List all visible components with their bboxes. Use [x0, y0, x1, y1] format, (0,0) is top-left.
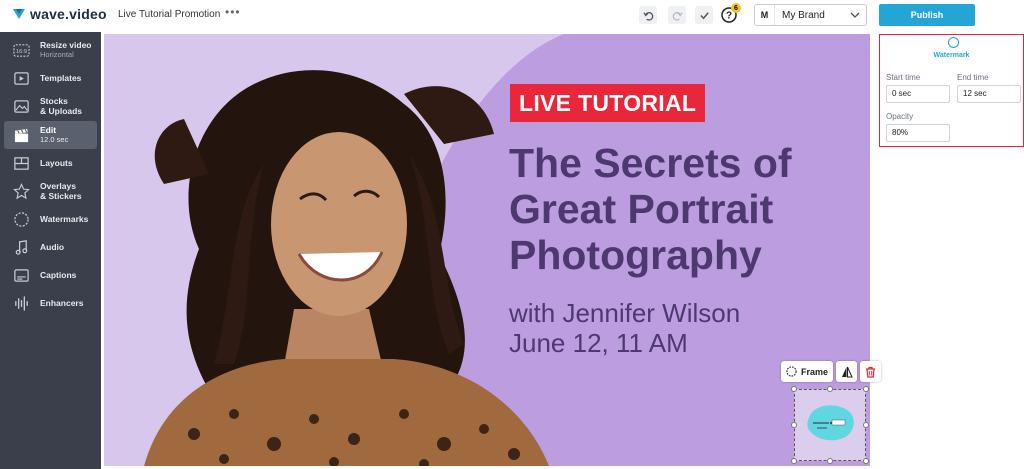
opacity-input[interactable]: 80%	[886, 124, 950, 142]
headline-line-1: The Secrets of	[509, 140, 792, 186]
resize-handle-right[interactable]	[863, 422, 869, 428]
resize-handle-top-right[interactable]	[863, 386, 869, 392]
captions-icon	[8, 265, 34, 285]
sidebar: 16:9 Resize video Horizontal Templates St…	[0, 32, 101, 469]
logo-text: wave.video	[30, 6, 107, 22]
sidebar-item-enhancers[interactable]: Enhancers	[4, 290, 97, 316]
panel-title: Watermark	[933, 52, 970, 59]
headline[interactable]: The Secrets of Great Portrait Photograph…	[509, 140, 859, 278]
sidebar-item-stocks-uploads[interactable]: Stocks & Uploads	[4, 93, 97, 119]
date-text[interactable]: June 12, 11 AM	[509, 328, 688, 358]
watermark-element[interactable]	[791, 386, 869, 464]
sidebar-item-label: Stocks	[40, 96, 68, 106]
flip-button[interactable]	[836, 361, 858, 382]
top-bar: wave.video Live Tutorial Promotion ••• ?…	[0, 0, 1024, 32]
sidebar-item-audio[interactable]: Audio	[4, 234, 97, 260]
sidebar-item-label: Audio	[40, 242, 65, 252]
chevron-down-icon	[850, 12, 860, 18]
sidebar-item-sublabel: & Uploads	[40, 106, 83, 116]
waveform-icon	[8, 293, 34, 313]
aspect-ratio-text: 16:9	[15, 48, 26, 54]
resize-handle-top-left[interactable]	[791, 386, 797, 392]
watermark-icon	[8, 209, 34, 229]
undo-button[interactable]	[639, 6, 657, 24]
sidebar-item-templates[interactable]: Templates	[4, 65, 97, 91]
resize-handle-bottom-left[interactable]	[791, 458, 797, 464]
sidebar-item-overlays-stickers[interactable]: Overlays & Stickers	[4, 178, 97, 204]
resize-handle-bottom-right[interactable]	[863, 458, 869, 464]
logo-icon	[13, 9, 25, 19]
headline-line-3: Photography	[509, 232, 762, 278]
resize-handle-bottom[interactable]	[827, 458, 833, 464]
sidebar-item-label: Resize video	[40, 40, 92, 50]
brand-select[interactable]: M My Brand	[754, 4, 867, 26]
sidebar-item-sublabel: & Stickers	[40, 191, 82, 201]
frame-icon	[786, 366, 797, 377]
headline-line-2: Great Portrait	[509, 186, 774, 232]
brand-name: My Brand	[782, 9, 825, 21]
watermark-logo-image	[807, 405, 854, 441]
ellipsis-icon[interactable]: •••	[225, 5, 241, 19]
check-icon	[699, 11, 709, 19]
music-note-icon	[8, 237, 34, 257]
sidebar-item-resize-video[interactable]: 16:9 Resize video Horizontal	[4, 37, 97, 63]
start-time-input[interactable]: 0 sec	[886, 85, 950, 103]
sidebar-item-edit[interactable]: Edit 12.0 sec	[4, 121, 97, 149]
sidebar-item-label: Captions	[40, 270, 77, 280]
portrait-photo	[144, 70, 549, 466]
sidebar-item-label: Watermarks	[40, 214, 89, 224]
layouts-icon	[8, 153, 34, 173]
aspect-ratio-icon: 16:9	[8, 40, 34, 60]
sidebar-item-layouts[interactable]: Layouts	[4, 150, 97, 176]
sidebar-item-label: Enhancers	[40, 298, 84, 308]
sidebar-item-watermarks[interactable]: Watermarks	[4, 206, 97, 232]
resize-handle-top[interactable]	[827, 386, 833, 392]
watermark-icon	[948, 37, 959, 48]
logo[interactable]: wave.video	[12, 6, 107, 22]
delete-button[interactable]	[860, 361, 882, 382]
project-title[interactable]: Live Tutorial Promotion	[118, 9, 220, 20]
end-time-input[interactable]: 12 sec	[957, 85, 1021, 103]
trash-icon	[866, 366, 876, 378]
templates-icon	[8, 68, 34, 88]
video-canvas[interactable]: LIVE TUTORIAL The Secrets of Great Portr…	[104, 34, 870, 466]
frame-label: Frame	[801, 366, 829, 377]
sidebar-item-label: Edit	[40, 125, 57, 135]
sidebar-item-label: Templates	[40, 73, 82, 83]
opacity-label: Opacity	[886, 112, 914, 121]
sidebar-item-captions[interactable]: Captions	[4, 262, 97, 288]
sidebar-item-label: Layouts	[40, 158, 73, 168]
sidebar-item-sublabel: Horizontal	[40, 50, 74, 59]
sidebar-item-sublabel: 12.0 sec	[40, 135, 69, 144]
flip-icon	[841, 366, 853, 377]
clapperboard-icon	[8, 125, 34, 145]
end-time-label: End time	[957, 73, 989, 82]
live-tutorial-badge[interactable]: LIVE TUTORIAL	[510, 84, 706, 122]
undo-icon	[642, 11, 653, 21]
image-icon	[8, 96, 34, 116]
presenter-text[interactable]: with Jennifer Wilson	[509, 298, 740, 328]
watermark-toolbar: Frame	[781, 361, 882, 382]
start-time-label: Start time	[886, 73, 921, 82]
resize-handle-left[interactable]	[791, 422, 797, 428]
notification-badge: 6	[731, 3, 741, 13]
star-icon	[8, 181, 34, 201]
brand-initial: M	[755, 5, 775, 25]
save-status-button[interactable]	[695, 6, 713, 24]
svg-text:?: ?	[726, 11, 732, 22]
redo-button[interactable]	[668, 6, 686, 24]
publish-button[interactable]: Publish	[879, 4, 975, 26]
redo-icon	[672, 11, 683, 21]
watermark-settings-panel: Watermark Start time 0 sec End time 12 s…	[879, 34, 1024, 147]
frame-button[interactable]: Frame	[781, 361, 834, 382]
sidebar-item-label: Overlays	[40, 181, 76, 191]
